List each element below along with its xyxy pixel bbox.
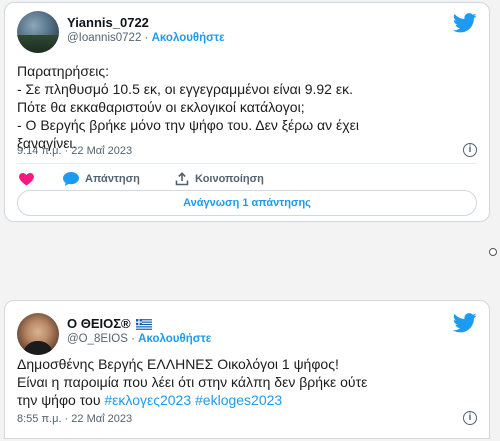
reply-label: Απάντηση	[85, 173, 140, 185]
twitter-bird-icon[interactable]	[453, 313, 477, 333]
twitter-bird-icon[interactable]	[453, 13, 477, 33]
tweet-text: Παρατηρήσεις: - Σε πληθυσμό 10.5 εκ, οι …	[17, 63, 359, 151]
read-replies-button[interactable]: Ανάγνωση 1 απάντησης	[17, 190, 477, 216]
avatar[interactable]	[17, 11, 59, 53]
tweet-text: Δημοσθένης Βεργής ΕΛΛΗΝΕΣ Οικολόγοι 1 ψή…	[17, 355, 477, 409]
reply-action[interactable]: Απάντηση	[63, 172, 140, 186]
edge-handle	[489, 248, 497, 256]
tweet-card-1: Yiannis_0722 @Ioannis0722 · Ακολουθήστε …	[4, 2, 490, 222]
divider	[17, 163, 477, 164]
greek-flag-icon	[136, 319, 153, 330]
tweet-card-2: Ο ΘΕΙΟΣ® @O_8EIOS · Ακολουθήστε Δημοσθέν…	[4, 300, 490, 439]
heart-icon[interactable]	[19, 173, 34, 186]
handle-line: @Ioannis0722 · Ακολουθήστε	[67, 32, 225, 44]
share-label: Κοινοποίηση	[195, 173, 264, 185]
timestamp[interactable]: 8:55 π.μ. · 22 Μαΐ 2023	[17, 413, 132, 425]
avatar[interactable]	[17, 313, 59, 355]
speech-bubble-icon	[63, 172, 79, 186]
follow-button[interactable]: Ακολουθήστε	[138, 333, 211, 345]
hashtag-link[interactable]: #εκλογες2023	[104, 392, 191, 408]
display-name[interactable]: Ο ΘΕΙΟΣ®	[67, 316, 131, 331]
handle[interactable]: @O_8EIOS	[67, 333, 128, 345]
share-upload-icon	[175, 172, 189, 186]
timestamp[interactable]: 9:14 π.μ. · 22 Μαΐ 2023	[17, 145, 132, 157]
info-icon[interactable]: i	[463, 411, 477, 425]
display-name[interactable]: Yiannis_0722	[67, 15, 149, 30]
separator-dot: ·	[131, 333, 135, 345]
separator-dot: ·	[144, 32, 149, 44]
share-action[interactable]: Κοινοποίηση	[175, 172, 264, 186]
follow-button[interactable]: Ακολουθήστε	[152, 32, 225, 44]
display-name-line: Ο ΘΕΙΟΣ®	[67, 316, 153, 331]
handle-line: @O_8EIOS · Ακολουθήστε	[67, 333, 211, 345]
hashtag-link[interactable]: #ekloges2023	[195, 392, 282, 408]
handle[interactable]: @Ioannis0722	[67, 32, 141, 44]
info-icon[interactable]: i	[463, 143, 477, 157]
